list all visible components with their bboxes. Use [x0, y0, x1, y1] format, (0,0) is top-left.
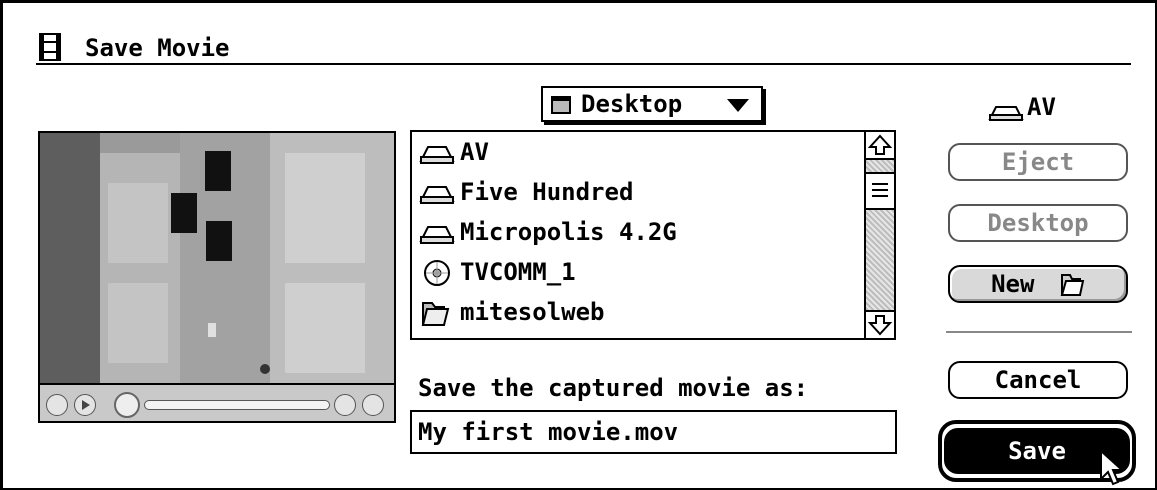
hard-disk-icon [988, 106, 1024, 121]
cancel-button[interactable]: Cancel [948, 361, 1128, 399]
list-item-label: Five Hundred [460, 178, 634, 206]
volume-button[interactable] [46, 394, 68, 416]
hard-disk-icon [419, 226, 455, 244]
folder-icon [421, 302, 450, 326]
play-icon [82, 400, 90, 410]
movie-document-icon [39, 33, 61, 61]
mouse-pointer-icon [1100, 449, 1125, 486]
desktop-button[interactable]: Desktop [948, 204, 1128, 242]
save-prompt-label: Save the captured movie as: [418, 374, 809, 402]
list-item[interactable]: Five Hundred [418, 174, 633, 210]
new-folder-button-label: New [991, 270, 1035, 298]
title-divider [36, 63, 1131, 65]
movie-controller [40, 383, 394, 421]
new-folder-button[interactable]: New [948, 265, 1128, 303]
grip-icon [872, 183, 888, 197]
play-button[interactable] [74, 394, 96, 416]
desktop-icon [551, 96, 571, 114]
list-item[interactable]: AV [418, 134, 489, 170]
movie-preview [38, 131, 396, 423]
video-frame [40, 133, 394, 383]
list-item-label: mitesolweb [460, 298, 605, 326]
list-item[interactable]: mitesolweb [418, 294, 605, 330]
dialog-title-bar: Save Movie [31, 31, 1151, 65]
hard-disk-icon [419, 146, 455, 164]
arrow-up-icon [867, 134, 893, 155]
step-forward-button[interactable] [362, 394, 384, 416]
list-item-label: Micropolis 4.2G [460, 218, 677, 246]
button-divider [946, 331, 1132, 333]
save-movie-dialog: Save Movie Desktop AV AV Five Hundred Mi… [0, 0, 1157, 490]
scroll-down-button[interactable] [866, 310, 894, 338]
list-item[interactable]: Micropolis 4.2G [418, 214, 677, 250]
location-popup-menu[interactable]: Desktop [541, 86, 763, 122]
hard-disk-icon [419, 186, 455, 204]
filename-field[interactable] [410, 410, 897, 454]
list-item-label: AV [460, 138, 489, 166]
playback-slider[interactable] [144, 400, 330, 410]
file-list[interactable]: AV Five Hundred Micropolis 4.2G TVCOMM_1 [410, 130, 896, 340]
step-back-button[interactable] [334, 394, 356, 416]
arrow-down-icon [867, 315, 893, 336]
folder-icon [1060, 274, 1085, 296]
scroll-up-button[interactable] [866, 132, 894, 160]
location-popup-label: Desktop [581, 90, 683, 118]
playback-slider-thumb[interactable] [114, 392, 140, 418]
chevron-down-icon [727, 99, 749, 112]
dialog-title: Save Movie [85, 34, 230, 62]
file-list-scrollbar[interactable] [864, 132, 894, 338]
list-item-label: TVCOMM_1 [460, 258, 576, 286]
cd-rom-icon [424, 260, 450, 286]
eject-button[interactable]: Eject [948, 143, 1128, 181]
current-volume-label: AV [1027, 93, 1056, 121]
list-item[interactable]: TVCOMM_1 [418, 254, 576, 290]
scroll-thumb[interactable] [866, 172, 894, 210]
